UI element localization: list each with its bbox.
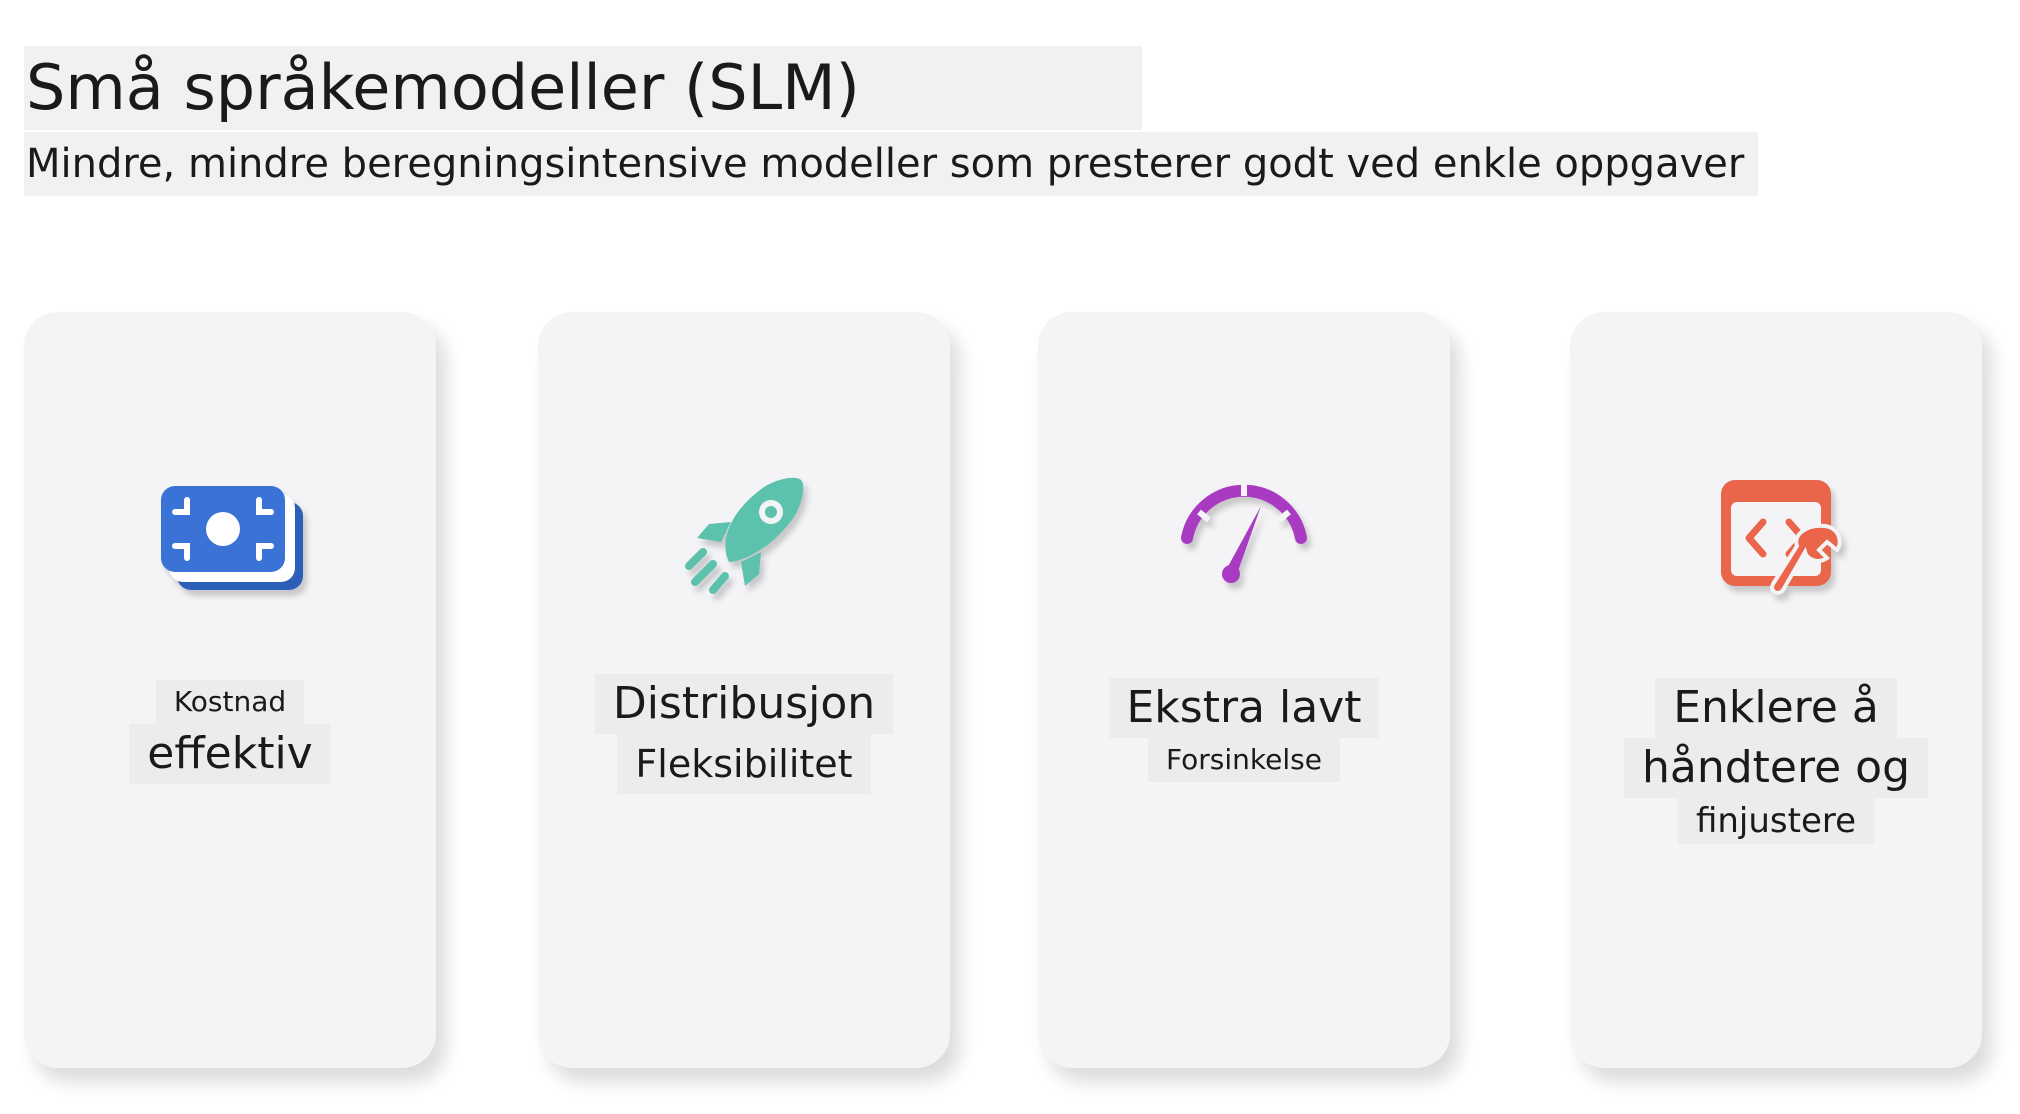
card-easier-manage-finetune: Enklere å håndtere og finjustere [1570,312,1982,1068]
money-icon [155,472,305,602]
card-label-line: Kostnad [155,680,305,724]
card-low-latency: Ekstra lavt Forsinkelse [1038,312,1450,1068]
page-title: Små språkemodeller (SLM) [24,46,1142,130]
card-label-line: håndtere og [1623,738,1929,798]
card-label-line: Enklere å [1655,678,1897,738]
card-label-line: effektiv [129,724,331,784]
speedometer-icon [1169,472,1319,602]
rocket-icon [669,472,819,602]
code-wrench-icon [1701,472,1851,602]
card-label-line: finjustere [1677,798,1875,844]
card-cost-effective: Kostnad effektiv [24,312,436,1068]
card-deployment-flexibility: Distribusjon Fleksibilitet [538,312,950,1068]
card-label-line: Forsinkelse [1148,738,1340,782]
page-subtitle: Mindre, mindre beregningsintensive model… [24,132,1758,196]
card-label-line: Distribusjon [594,674,894,734]
card-label-line: Ekstra lavt [1108,678,1380,738]
card-label-line: Fleksibilitet [617,734,871,794]
